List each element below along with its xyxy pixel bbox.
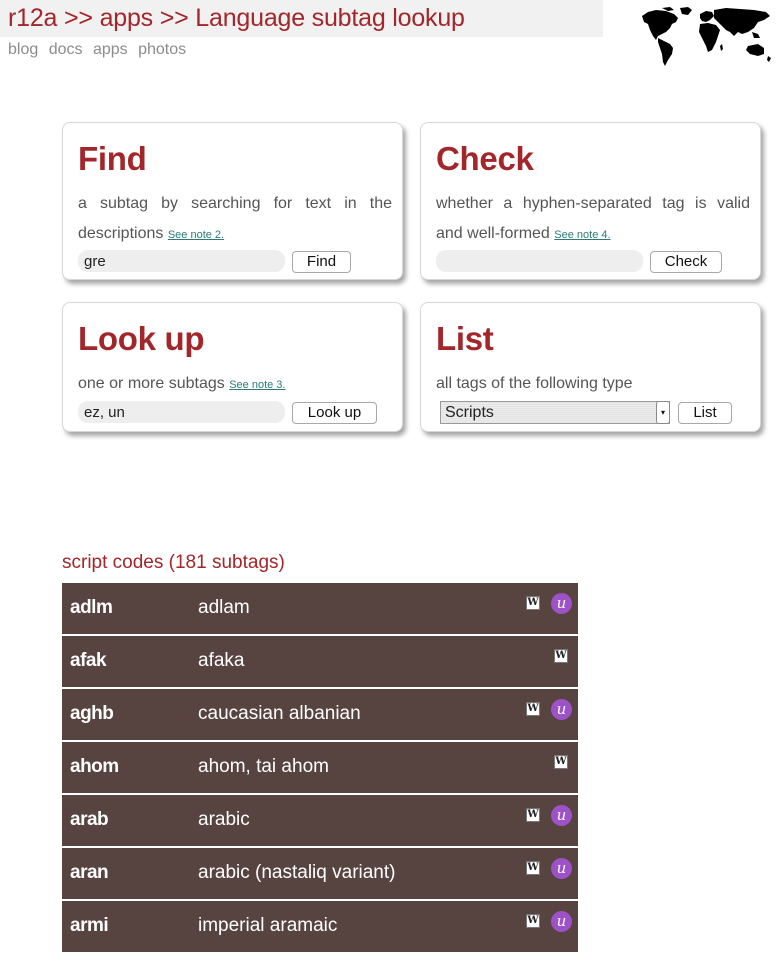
subtag-code: armi xyxy=(70,915,109,936)
subtag-code: arab xyxy=(70,809,109,830)
table-row[interactable]: afak afaka W xyxy=(62,636,578,687)
table-row[interactable]: armi imperial aramaic Wu xyxy=(62,901,578,952)
breadcrumb: r12a >> apps >> Language subtag lookup xyxy=(8,4,465,33)
find-note-link[interactable]: See note 2. xyxy=(168,229,224,241)
table-row[interactable]: aghb caucasian albanian Wu xyxy=(62,689,578,740)
subtag-description: caucasian albanian xyxy=(198,703,361,724)
breadcrumb-r12a[interactable]: r12a xyxy=(8,4,57,32)
wikipedia-icon[interactable]: W xyxy=(526,808,540,822)
breadcrumb-separator: >> xyxy=(64,4,93,32)
site-nav: blog docs apps photos xyxy=(8,41,192,59)
unicode-icon[interactable]: u xyxy=(551,911,572,932)
check-title: Check xyxy=(436,140,534,177)
unicode-icon[interactable]: u xyxy=(551,858,572,879)
table-row[interactable]: aran arabic (nastaliq variant) Wu xyxy=(62,848,578,899)
subtag-code: aghb xyxy=(70,703,114,724)
lookup-description-text: one or more subtags xyxy=(78,375,225,392)
tag-type-selected: Scripts xyxy=(445,404,494,421)
tag-type-select[interactable]: Scripts ▾ xyxy=(440,401,670,424)
breadcrumb-separator: >> xyxy=(159,4,189,32)
unicode-icon[interactable]: u xyxy=(551,699,572,720)
results-title: script codes (181 subtags) xyxy=(62,552,285,573)
find-card: Find a subtag by searching for text in t… xyxy=(62,122,403,280)
check-button[interactable]: Check xyxy=(650,251,722,273)
unicode-icon[interactable]: u xyxy=(551,593,572,614)
subtag-code: ahom xyxy=(70,756,119,777)
subtag-description: arabic (nastaliq variant) xyxy=(198,862,396,883)
subtag-description: arabic xyxy=(198,809,250,830)
lookup-title: Look up xyxy=(78,320,205,357)
subtag-code: aran xyxy=(70,862,109,883)
nav-docs[interactable]: docs xyxy=(49,41,83,58)
check-note-link[interactable]: See note 4. xyxy=(554,229,610,241)
subtag-code: afak xyxy=(70,650,107,671)
subtag-description: imperial aramaic xyxy=(198,915,338,936)
unicode-icon[interactable]: u xyxy=(551,805,572,826)
check-card: Check whether a hyphen-separated tag is … xyxy=(420,122,761,280)
nav-blog[interactable]: blog xyxy=(8,41,38,58)
wikipedia-icon[interactable]: W xyxy=(526,596,540,610)
list-description: all tags of the following type xyxy=(436,369,750,399)
chevron-down-icon[interactable]: ▾ xyxy=(656,401,670,424)
results-list: adlm adlam Wu afak afaka Waghb caucasian alban… xyxy=(62,583,578,954)
list-button[interactable]: List xyxy=(678,402,732,424)
wikipedia-icon[interactable]: W xyxy=(554,755,568,769)
nav-apps[interactable]: apps xyxy=(93,41,128,58)
breadcrumb-apps[interactable]: apps xyxy=(100,4,154,32)
lookup-input[interactable] xyxy=(78,401,285,423)
wikipedia-icon[interactable]: W xyxy=(554,649,568,663)
lookup-note-link[interactable]: See note 3. xyxy=(229,379,285,391)
list-description-text: all tags of the following type xyxy=(436,375,633,392)
table-row[interactable]: arab arabic Wu xyxy=(62,795,578,846)
table-row[interactable]: adlm adlam Wu xyxy=(62,583,578,634)
check-description: whether a hyphen-separated tag is valid … xyxy=(436,189,750,250)
world-map-icon[interactable] xyxy=(640,6,774,70)
wikipedia-icon[interactable]: W xyxy=(526,914,540,928)
check-input[interactable] xyxy=(436,250,643,272)
subtag-code: adlm xyxy=(70,597,113,618)
subtag-description: adlam xyxy=(198,597,250,618)
subtag-description: afaka xyxy=(198,650,245,671)
wikipedia-icon[interactable]: W xyxy=(526,702,540,716)
find-description: a subtag by searching for text in the de… xyxy=(78,189,392,250)
find-button[interactable]: Find xyxy=(292,251,351,273)
list-title: List xyxy=(436,320,494,357)
lookup-card: Look up one or more subtags See note 3. … xyxy=(62,302,403,432)
page-title: Language subtag lookup xyxy=(195,4,465,32)
wikipedia-icon[interactable]: W xyxy=(526,861,540,875)
find-input[interactable] xyxy=(78,250,285,272)
find-description-text: a subtag by searching for text in the de… xyxy=(78,195,392,242)
subtag-description: ahom, tai ahom xyxy=(198,756,329,777)
lookup-button[interactable]: Look up xyxy=(292,402,377,424)
nav-photos[interactable]: photos xyxy=(138,41,186,58)
list-card: List all tags of the following type Scri… xyxy=(420,302,761,432)
table-row[interactable]: ahom ahom, tai ahom W xyxy=(62,742,578,793)
find-title: Find xyxy=(78,140,147,177)
lookup-description: one or more subtags See note 3. xyxy=(78,369,392,400)
